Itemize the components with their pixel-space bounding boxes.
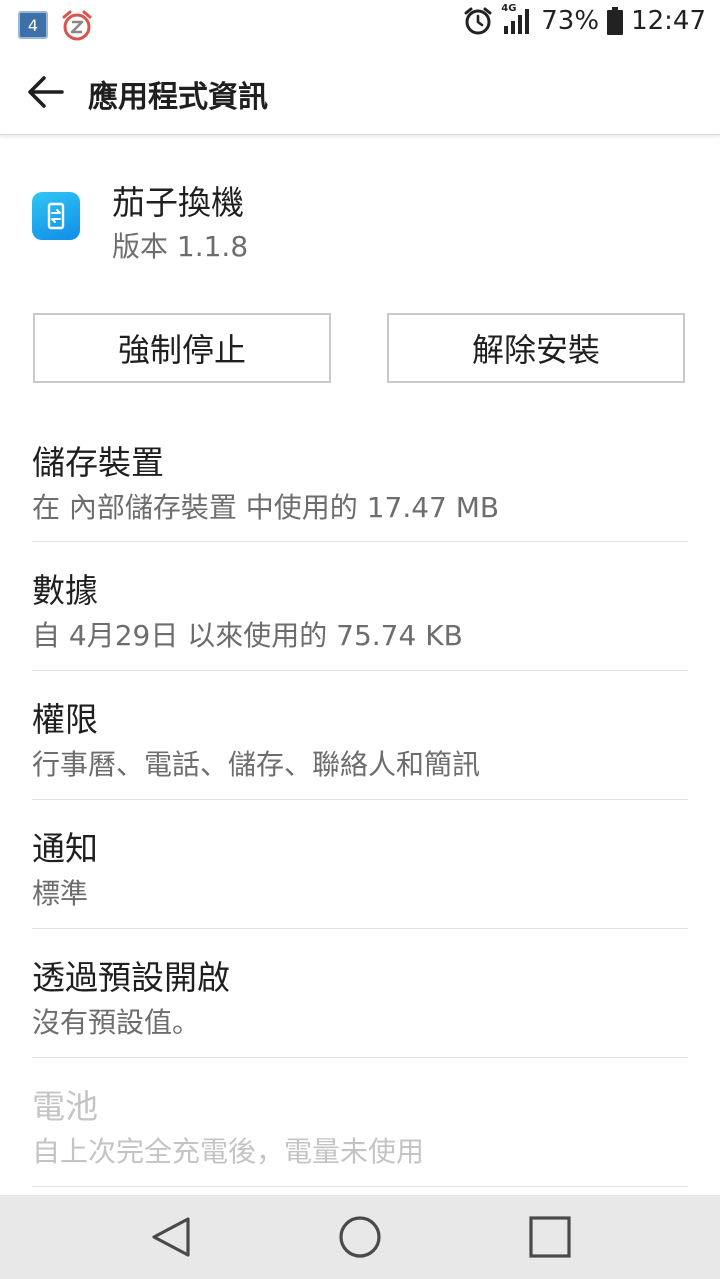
snooze-alarm-icon: [62, 10, 92, 41]
permissions-item[interactable]: 權限 行事曆、電話、儲存、聯絡人和簡訊: [32, 671, 688, 800]
nav-recent-icon[interactable]: [526, 1213, 574, 1261]
nav-back-icon[interactable]: [148, 1213, 196, 1261]
battery-item: 電池 自上次完全充電後，電量未使用: [32, 1058, 688, 1187]
permissions-title: 權限: [32, 700, 98, 739]
notifications-title: 通知: [32, 829, 98, 868]
force-stop-button[interactable]: 強制停止: [33, 313, 331, 383]
navigation-bar: [0, 1195, 720, 1279]
status-time: 12:47: [631, 6, 706, 36]
page-title: 應用程式資訊: [88, 80, 268, 115]
app-bar: 應用程式資訊: [0, 50, 720, 135]
open-by-default-item[interactable]: 透過預設開啟 沒有預設值。: [32, 929, 688, 1058]
status-bar: 4 4G 73% 12:47: [0, 0, 720, 50]
uninstall-button[interactable]: 解除安裝: [387, 313, 685, 383]
data-usage-title: 數據: [32, 571, 98, 610]
phone-transfer-icon: [47, 202, 65, 230]
app-name: 茄子換機: [112, 183, 244, 222]
status-bar-notifications: 4: [18, 9, 94, 41]
notifications-summary: 標準: [32, 877, 89, 910]
open-by-default-title: 透過預設開啟: [32, 958, 230, 997]
open-by-default-summary: 沒有預設值。: [32, 1006, 201, 1039]
app-info-list: 儲存裝置 在 內部儲存裝置 中使用的 17.47 MB 數據 自 4月29日 以…: [0, 414, 720, 1187]
notification-badge-icon: 4: [18, 11, 48, 39]
app-version: 版本 1.1.8: [112, 230, 249, 263]
battery-icon: [607, 7, 624, 35]
back-arrow-icon[interactable]: [26, 74, 64, 110]
data-usage-item[interactable]: 數據 自 4月29日 以來使用的 75.74 KB: [32, 542, 688, 671]
battery-percent: 73%: [541, 6, 600, 36]
data-usage-summary: 自 4月29日 以來使用的 75.74 KB: [32, 619, 463, 652]
permissions-summary: 行事曆、電話、儲存、聯絡人和簡訊: [32, 748, 481, 781]
alarm-clock-icon: [464, 7, 492, 35]
battery-summary: 自上次完全充電後，電量未使用: [32, 1135, 425, 1168]
app-icon: [32, 192, 80, 240]
battery-title: 電池: [32, 1087, 98, 1126]
notifications-item[interactable]: 通知 標準: [32, 800, 688, 929]
signal-icon: 4G: [501, 3, 533, 36]
status-bar-system: 4G 73% 12:47: [463, 3, 706, 36]
storage-summary: 在 內部儲存裝置 中使用的 17.47 MB: [32, 491, 500, 524]
storage-item[interactable]: 儲存裝置 在 內部儲存裝置 中使用的 17.47 MB: [32, 414, 688, 542]
storage-title: 儲存裝置: [32, 443, 164, 482]
nav-home-icon[interactable]: [336, 1213, 384, 1261]
notification-count: 4: [27, 15, 39, 35]
